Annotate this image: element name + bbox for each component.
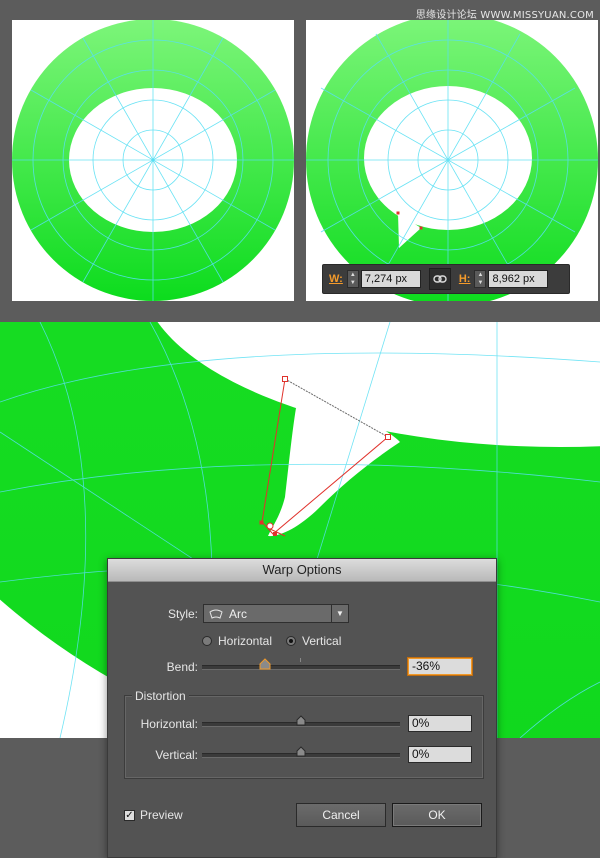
arc-icon bbox=[209, 609, 223, 619]
ok-button[interactable]: OK bbox=[392, 803, 482, 827]
distortion-label: Distortion bbox=[132, 689, 189, 703]
ring-shape-left bbox=[12, 20, 294, 301]
width-field[interactable]: 7,274 px bbox=[360, 270, 421, 288]
style-label: Style: bbox=[167, 606, 198, 621]
artboard-left[interactable] bbox=[12, 20, 294, 301]
style-row: Style: Arc ▼ bbox=[164, 604, 349, 623]
width-label: W: bbox=[329, 273, 343, 285]
distortion-horizontal-field[interactable]: 0% bbox=[408, 715, 472, 732]
preview-row: ✓ Preview bbox=[124, 808, 183, 822]
watermark: 思缘设计论坛 WWW.MISSYUAN.COM bbox=[415, 10, 594, 21]
preview-label[interactable]: Preview bbox=[140, 808, 183, 822]
transform-readout: W: ▲ ▼ 7,274 px H: ▲ ▼ 8,962 px bbox=[322, 264, 570, 294]
preview-checkbox[interactable]: ✓ bbox=[124, 809, 135, 821]
radio-horizontal[interactable] bbox=[202, 636, 212, 646]
width-stepper[interactable]: ▲ ▼ bbox=[346, 270, 359, 288]
radio-horizontal-label[interactable]: Horizontal bbox=[218, 634, 272, 648]
height-label: H: bbox=[458, 273, 471, 285]
bend-label: Bend: bbox=[166, 660, 198, 674]
distortion-vertical-label: Vertical: bbox=[155, 748, 198, 762]
height-field[interactable]: 8,962 px bbox=[488, 270, 549, 288]
style-select[interactable]: Arc ▼ bbox=[203, 604, 349, 623]
radio-vertical[interactable] bbox=[286, 636, 297, 646]
bend-field[interactable]: -36% bbox=[408, 658, 472, 675]
bend-slider-track[interactable] bbox=[202, 665, 400, 670]
artboard-right[interactable] bbox=[306, 20, 598, 301]
height-stepper[interactable]: ▲ ▼ bbox=[474, 270, 487, 288]
cancel-button[interactable]: Cancel bbox=[296, 803, 386, 827]
warp-options-dialog: Warp Options Style: Arc ▼ Horizontal Ver… bbox=[107, 558, 497, 858]
distortion-vertical-field[interactable]: 0% bbox=[408, 746, 472, 763]
ring-shape-right bbox=[306, 20, 598, 301]
orientation-row: Horizontal Vertical bbox=[202, 634, 341, 648]
style-value: Arc bbox=[229, 606, 247, 621]
chevron-down-icon[interactable]: ▼ bbox=[331, 605, 348, 622]
distortion-group bbox=[124, 695, 484, 779]
dialog-title: Warp Options bbox=[108, 559, 496, 582]
link-icon[interactable] bbox=[428, 268, 451, 290]
distortion-horizontal-label: Horizontal: bbox=[140, 717, 198, 731]
radio-vertical-label[interactable]: Vertical bbox=[302, 634, 341, 648]
